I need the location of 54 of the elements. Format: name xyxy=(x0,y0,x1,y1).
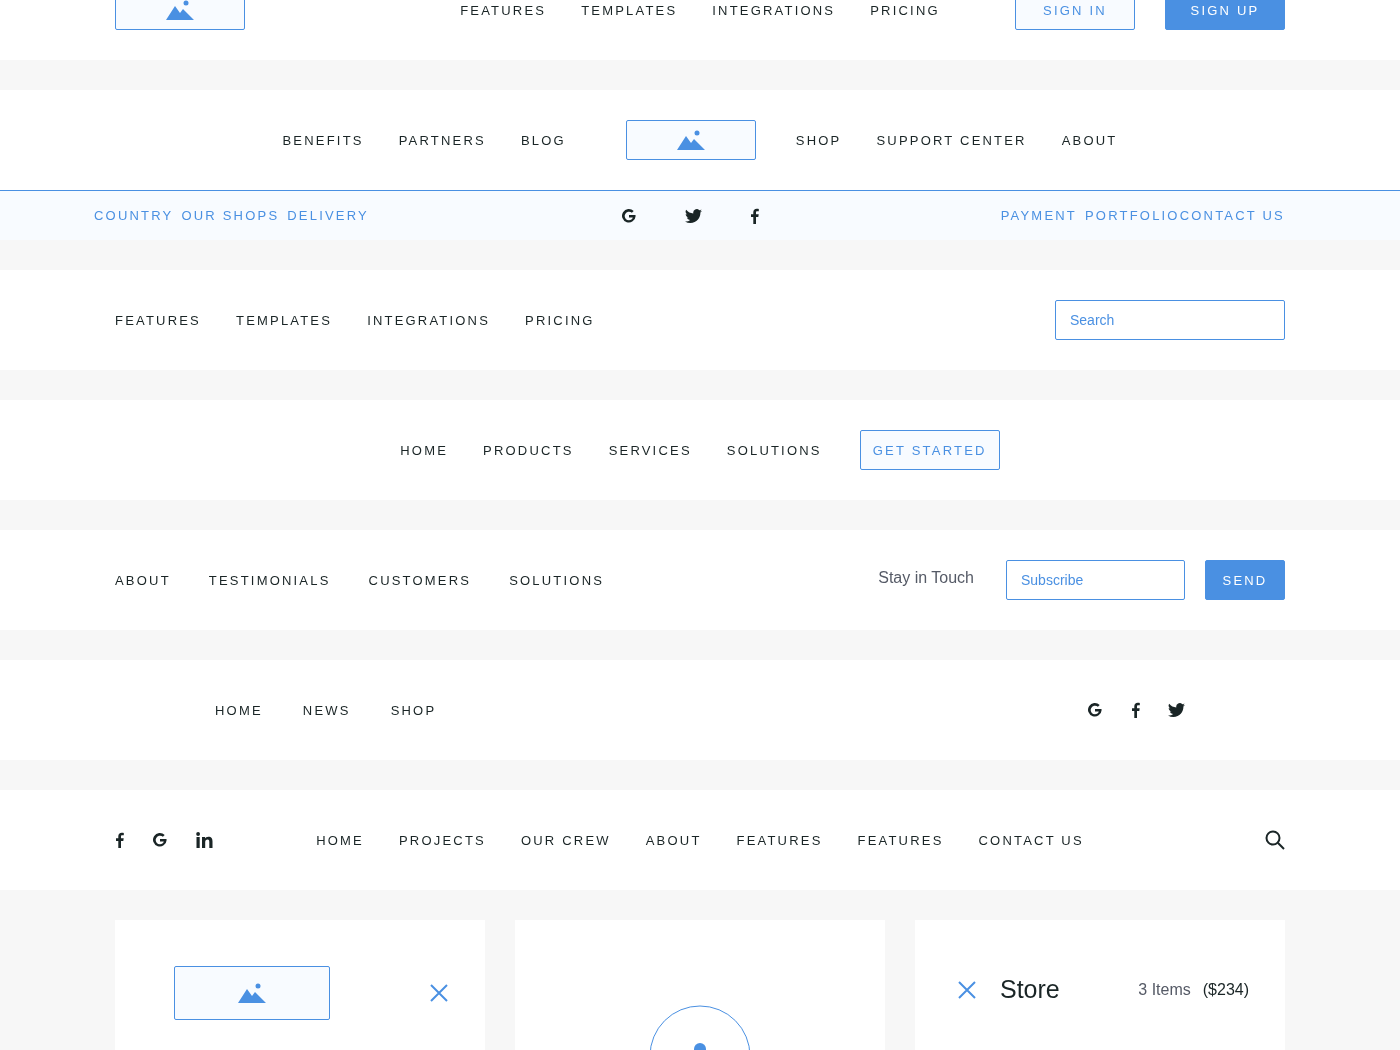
nav-link[interactable]: INTEGRATIONS xyxy=(712,2,836,18)
nav-link[interactable]: PRICING xyxy=(870,2,940,18)
prompt-text: Stay in Touch xyxy=(878,568,974,587)
nav-link[interactable]: PROJECTS xyxy=(398,832,486,848)
nav-link[interactable]: PRODUCTS xyxy=(483,442,574,458)
twitter-icon[interactable] xyxy=(1168,703,1185,717)
google-icon[interactable] xyxy=(152,832,168,848)
nav-link[interactable]: BENEFITS xyxy=(282,132,364,148)
search-field[interactable]: Search xyxy=(1055,300,1285,340)
logo-box[interactable] xyxy=(625,120,756,160)
nav-link[interactable]: SUPPORT CENTER xyxy=(876,132,1027,148)
image-icon xyxy=(676,130,705,150)
nav-link[interactable]: SERVICES xyxy=(608,442,692,458)
nav-link[interactable]: FEATURES xyxy=(460,2,547,18)
close-icon[interactable] xyxy=(430,984,448,1002)
nav-link[interactable]: OUR CREW xyxy=(520,832,611,848)
nav-link[interactable]: SOLUTIONS xyxy=(509,572,605,588)
nav-link[interactable]: SOLUTIONS xyxy=(726,442,822,458)
store-title: Store xyxy=(1000,975,1061,1004)
nav-link[interactable]: NEWS xyxy=(302,702,351,718)
nav-link[interactable]: HOME xyxy=(316,832,364,848)
nav-link[interactable]: TESTIMONIALS xyxy=(208,572,331,588)
search-icon[interactable] xyxy=(1265,830,1285,850)
twitter-icon[interactable] xyxy=(684,208,702,223)
nav-link[interactable]: CUSTOMERS xyxy=(368,572,472,588)
item-count: 3 Items xyxy=(1138,980,1191,999)
nav-link[interactable]: FEATURES xyxy=(115,312,201,328)
google-icon[interactable] xyxy=(620,207,637,224)
nav-link[interactable]: BLOG xyxy=(520,132,566,148)
nav-link[interactable]: SHOP xyxy=(795,132,842,148)
facebook-icon[interactable] xyxy=(749,207,759,224)
image-icon xyxy=(166,0,194,20)
nav-link[interactable]: TEMPLATES xyxy=(581,2,678,18)
nav-link[interactable]: ABOUT xyxy=(115,572,171,588)
facebook-icon[interactable] xyxy=(1131,702,1140,718)
nav-link[interactable]: CONTACT US xyxy=(978,832,1084,848)
nav-link[interactable]: HOME xyxy=(215,702,263,718)
subscribe-field[interactable]: Subscribe xyxy=(1006,560,1185,600)
nav-link[interactable]: ABOUT xyxy=(645,832,702,848)
close-icon[interactable] xyxy=(958,980,976,999)
nav-link[interactable]: ABOUT xyxy=(1061,132,1118,148)
nav-link[interactable]: SHOP xyxy=(390,702,437,718)
facebook-icon[interactable] xyxy=(115,832,124,848)
nav-link[interactable]: PRICING xyxy=(525,312,595,328)
nav-link[interactable]: HOME xyxy=(400,442,449,458)
image-icon xyxy=(238,983,266,1003)
nav-link[interactable]: TEMPLATES xyxy=(236,312,333,328)
nav-link[interactable]: PARTNERS xyxy=(398,132,486,148)
google-icon[interactable] xyxy=(1087,702,1103,718)
nav-link[interactable]: INTEGRATIONS xyxy=(367,312,491,328)
nav-link[interactable]: FEATURES xyxy=(736,832,823,848)
linkedin-icon[interactable] xyxy=(196,832,213,848)
nav-link[interactable]: FEATURES xyxy=(857,832,944,848)
cart-total: ($234) xyxy=(1202,980,1249,999)
